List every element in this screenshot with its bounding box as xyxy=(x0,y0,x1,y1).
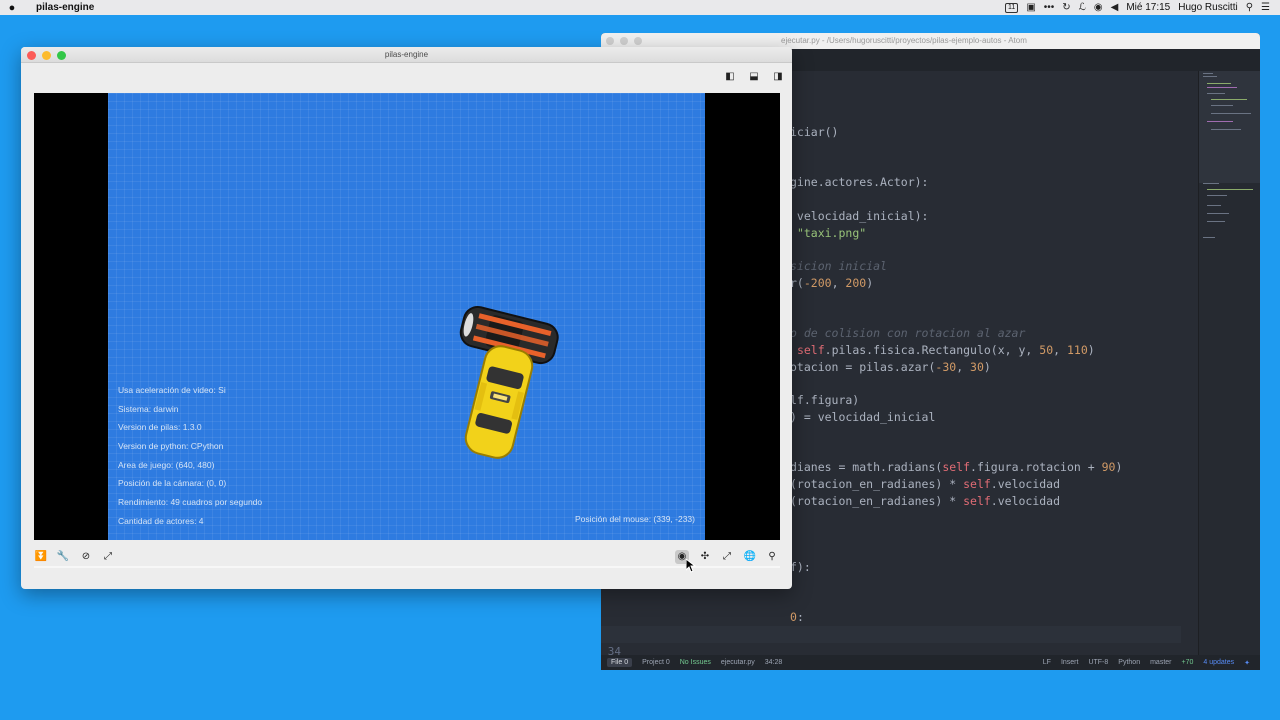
minimize-window-icon[interactable] xyxy=(620,37,628,45)
code-line: (rotacion_en_radianes) * self.velocidad xyxy=(790,494,1061,508)
apple-logo-icon[interactable]: ● xyxy=(0,2,24,14)
package-updates[interactable]: 4 updates xyxy=(1203,659,1234,666)
code-line: o de colision con rotacion al azar xyxy=(790,326,1026,340)
code-line: otacion = pilas.azar(-30, 30) xyxy=(790,360,991,374)
notification-center-icon[interactable]: ☰ xyxy=(1261,2,1270,13)
pilas-engine-window: pilas-engine ◧ ⬓ ◨ Usa aceleración de vi… xyxy=(21,47,792,589)
wrench-icon[interactable]: 🔧 xyxy=(56,550,70,564)
info-performance: Rendimiento: 49 cuadros por segundo xyxy=(118,497,263,508)
mouse-position-readout: Posición del mouse: (339, -233) xyxy=(574,514,695,524)
atom-window-title: ejecutar.py - /Users/hugoruscitti/proyec… xyxy=(781,36,1027,45)
code-line: self.pilas.fisica.Rectangulo(x, y, 50, 1… xyxy=(796,343,1095,357)
debug-toolbar: ⏬ 🔧 ⊘ ⤢ ◉ ✣ ⤢ 🌐 ⚲ xyxy=(34,550,780,566)
screen-record-icon[interactable]: ▣ xyxy=(1026,2,1035,13)
info-camera-position: Posición de la cámara: (0, 0) xyxy=(118,478,227,489)
code-line: ) = velocidad_inicial xyxy=(790,410,936,424)
minimap[interactable] xyxy=(1198,71,1260,655)
split-bottom-icon[interactable]: ⬓ xyxy=(748,71,760,82)
code-line: sicion inicial xyxy=(790,259,887,273)
info-pilas-version: Version de pilas: 1.3.0 xyxy=(118,422,202,433)
code-line: (rotacion_en_radianes) * self.velocidad xyxy=(790,477,1061,491)
mouse-cursor-icon xyxy=(686,559,696,573)
git-branch[interactable]: master xyxy=(1150,659,1171,666)
code-line: r(-200, 200) xyxy=(790,276,874,290)
calendar-icon[interactable]: 11 xyxy=(1005,2,1019,13)
menu-extras: 11 ▣ ••• ↻ ℒ ◉ ◀ Mié 17:15 Hugo Ruscitti… xyxy=(1005,2,1280,13)
disable-icon[interactable]: ⊘ xyxy=(79,550,93,564)
volume-icon[interactable]: ◀ xyxy=(1111,2,1119,13)
code-line: gine.actores.Actor): xyxy=(790,175,929,189)
line-ending[interactable]: LF xyxy=(1043,659,1051,666)
twitter-icon[interactable]: ✦ xyxy=(1244,659,1250,667)
bottom-splitter[interactable] xyxy=(34,566,780,568)
bluetooth-icon[interactable]: ℒ xyxy=(1079,2,1086,13)
close-window-icon[interactable] xyxy=(606,37,614,45)
pin-icon[interactable]: ⚲ xyxy=(765,550,779,564)
export-icon[interactable]: ⏬ xyxy=(34,550,48,564)
more-icon[interactable]: ••• xyxy=(1044,2,1055,13)
code-line: "taxi.png" xyxy=(796,226,867,240)
info-system: Sistema: darwin xyxy=(118,403,179,414)
current-line: 34 self.eliminar() xyxy=(601,626,1181,670)
game-canvas[interactable]: Usa aceleración de video: Si Sistema: da… xyxy=(108,93,705,540)
code-line: f): xyxy=(790,560,811,574)
info-actor-count: Cantidad de actores: 4 xyxy=(118,515,204,526)
debug-info-panel: Usa aceleración de video: Si Sistema: da… xyxy=(118,381,262,531)
pilas-window-title: pilas-engine xyxy=(384,50,429,59)
info-video-accel: Usa aceleración de video: Si xyxy=(118,385,226,395)
status-filename[interactable]: ejecutar.py xyxy=(721,659,755,666)
menu-bar: ● pilas-engine 11 ▣ ••• ↻ ℒ ◉ ◀ Mié 17:1… xyxy=(0,0,1280,15)
globe-icon[interactable]: 🌐 xyxy=(743,550,757,564)
wifi-icon[interactable]: ◉ xyxy=(1094,2,1103,13)
game-stage[interactable]: Usa aceleración de video: Si Sistema: da… xyxy=(34,93,780,540)
encoding[interactable]: UTF-8 xyxy=(1088,659,1108,666)
pilas-titlebar[interactable]: pilas-engine xyxy=(21,47,792,63)
spotlight-search-icon[interactable]: ⚲ xyxy=(1246,2,1253,13)
info-python-version: Version de python: CPython xyxy=(118,441,224,452)
code-line: lf.figura) xyxy=(790,393,860,407)
grammar[interactable]: Python xyxy=(1118,659,1140,666)
code-line: 0: xyxy=(790,610,804,624)
clock[interactable]: Mié 17:15 xyxy=(1126,2,1170,13)
split-right-icon[interactable]: ◨ xyxy=(772,71,784,82)
cursor-position[interactable]: 34:28 xyxy=(765,659,783,666)
time-machine-icon[interactable]: ↻ xyxy=(1062,2,1070,13)
resize-icon[interactable]: ⤢ xyxy=(101,550,115,564)
split-left-icon[interactable]: ◧ xyxy=(724,71,736,82)
zoom-window-icon[interactable] xyxy=(634,37,642,45)
vim-mode[interactable]: Insert xyxy=(1061,659,1079,666)
layout-toolbar: ◧ ⬓ ◨ xyxy=(724,71,784,82)
position-icon[interactable]: ✣ xyxy=(698,550,712,564)
info-game-area: Area de juego: (640, 480) xyxy=(118,459,215,470)
no-issues-indicator[interactable]: No Issues xyxy=(680,659,711,666)
file-count[interactable]: File 0 xyxy=(607,658,633,667)
user-name[interactable]: Hugo Ruscitti xyxy=(1178,2,1237,13)
active-app-name[interactable]: pilas-engine xyxy=(36,2,94,13)
expand-icon[interactable]: ⤢ xyxy=(720,550,734,564)
code-line: velocidad_inicial): xyxy=(790,209,929,223)
git-changes[interactable]: +70 xyxy=(1182,659,1194,666)
code-line: iciar() xyxy=(790,125,839,139)
code-line: dianes = math.radians(self.figura.rotaci… xyxy=(790,460,1123,474)
atom-status-bar: File 0 Project 0 No Issues ejecutar.py 3… xyxy=(601,655,1260,670)
taxi-sprite[interactable] xyxy=(463,343,535,461)
project-count[interactable]: Project 0 xyxy=(642,659,670,666)
